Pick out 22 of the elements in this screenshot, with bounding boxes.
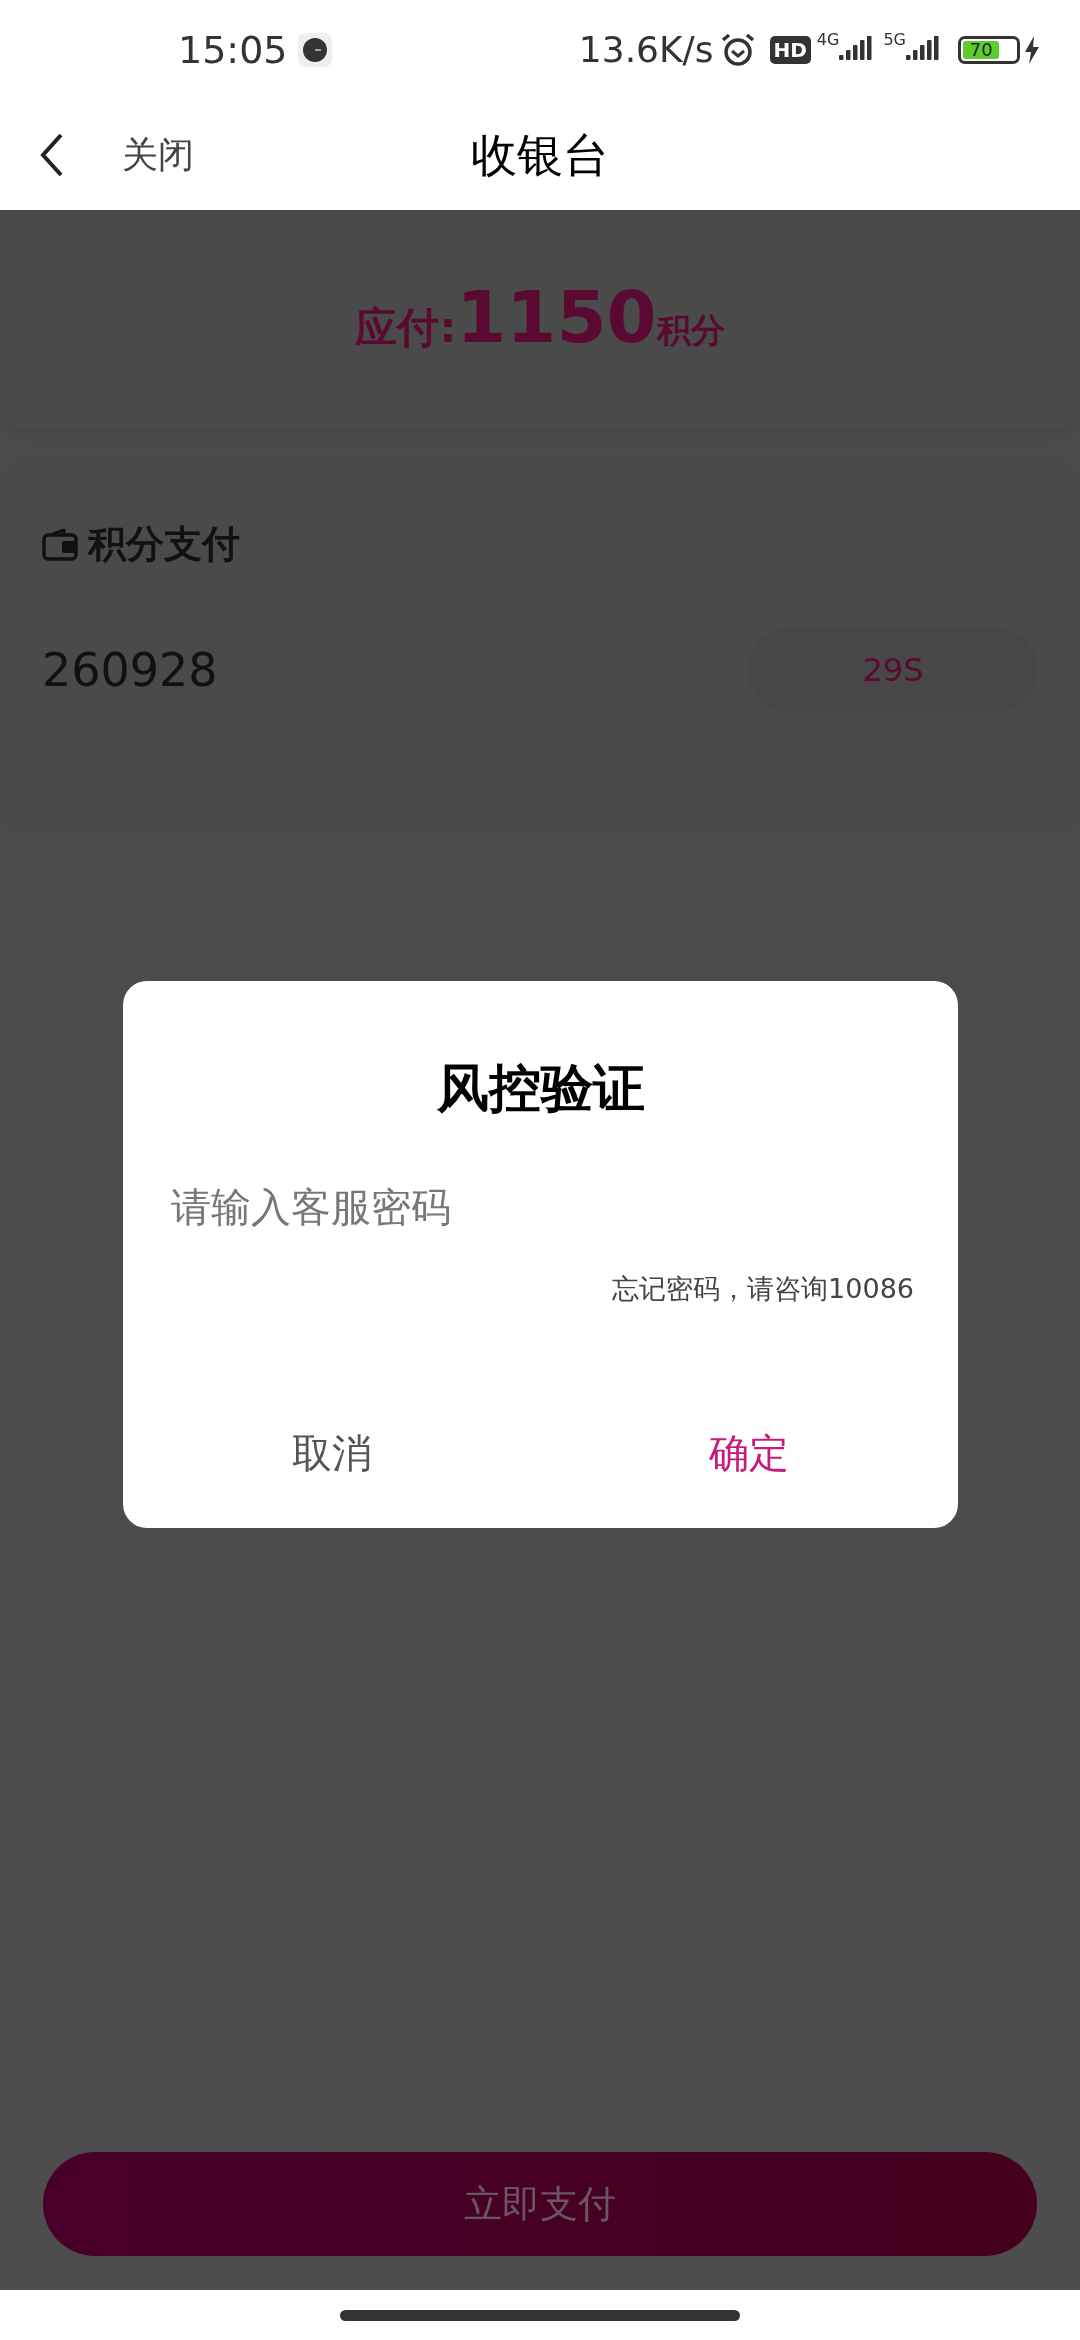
close-button[interactable]: 关闭: [122, 128, 194, 182]
network-speed: 13.6K/s: [578, 28, 714, 72]
network-label: 4G: [816, 29, 840, 51]
page-title: 收银台: [471, 126, 609, 184]
forgot-password-hint: 忘记密码，请咨询10086: [612, 1272, 914, 1306]
amount-label: 应付:: [355, 302, 457, 354]
alarm-icon: [719, 32, 756, 68]
back-icon: [40, 133, 64, 177]
cancel-button[interactable]: 取消: [123, 1398, 541, 1508]
confirm-button[interactable]: 确定: [540, 1398, 958, 1508]
clock-app-icon: [297, 33, 332, 67]
status-time: 15:05: [178, 26, 288, 74]
amount-value: 1150: [456, 281, 657, 353]
network-label: 5G: [883, 29, 906, 51]
battery-level: 70: [969, 41, 993, 59]
payment-method-title: 积分支付: [88, 521, 240, 568]
hd-badge: HD: [769, 36, 811, 64]
dialog-title: 风控验证: [436, 1057, 645, 1120]
amount-unit: 积分: [656, 309, 725, 352]
password-field[interactable]: 请输入客服密码: [171, 1167, 910, 1247]
verification-code: 260928: [42, 641, 219, 699]
wallet-icon: [42, 528, 78, 561]
